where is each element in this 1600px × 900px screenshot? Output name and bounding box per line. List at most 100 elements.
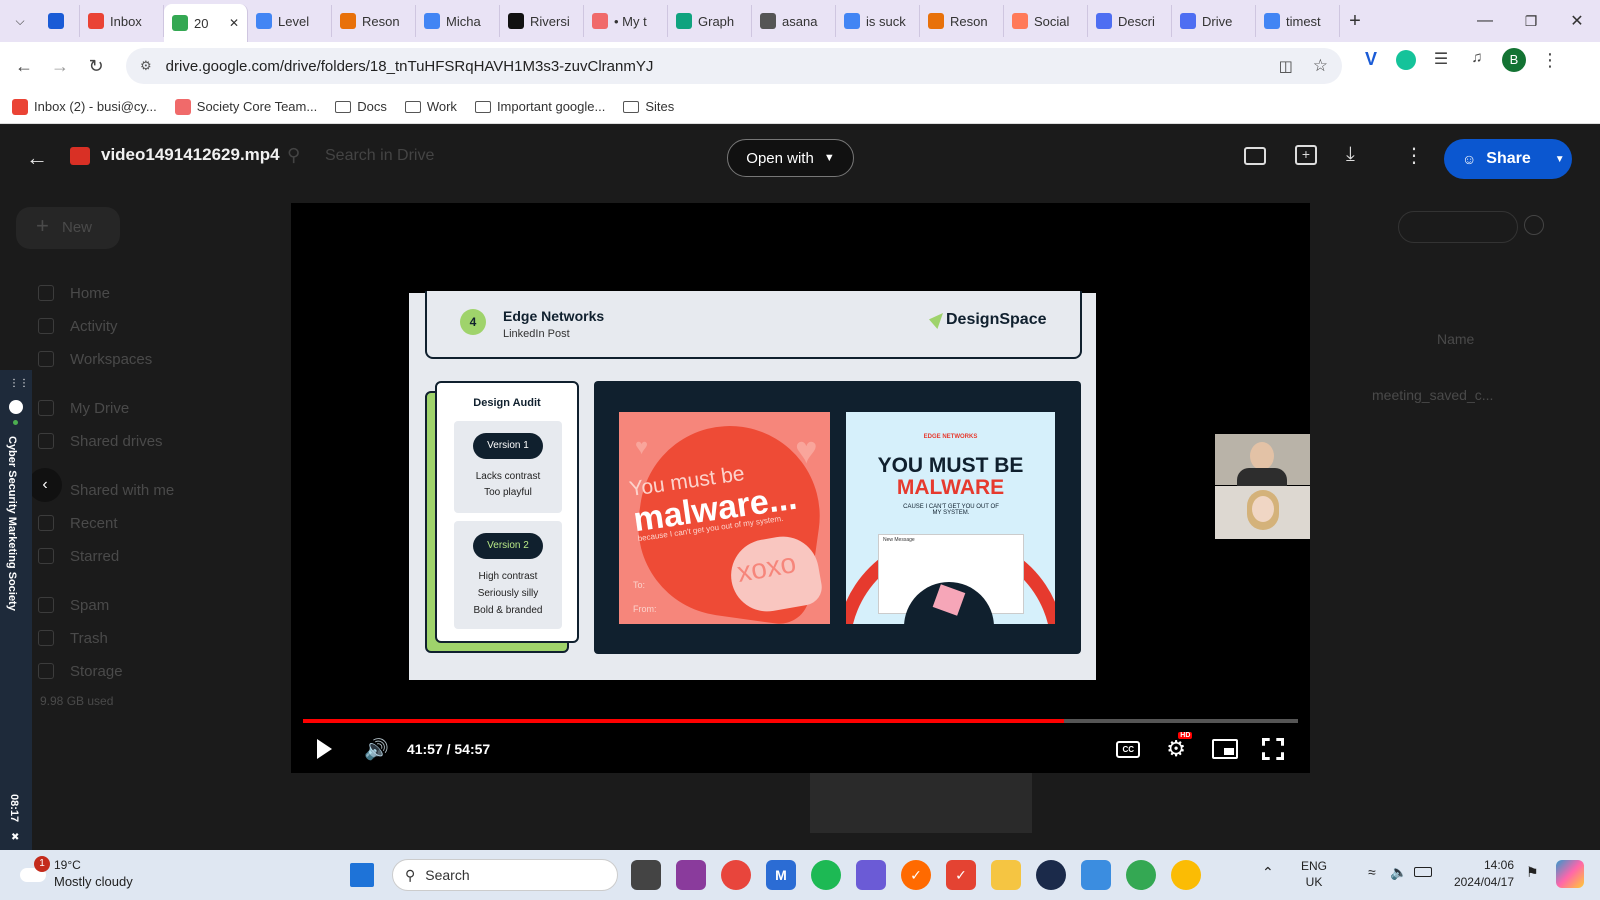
wifi-icon[interactable]: ≈ <box>1368 864 1376 880</box>
speaker-icon[interactable]: 🔈 <box>1390 864 1407 881</box>
weather-widget[interactable]: 1 19°C Mostly cloudy <box>16 856 166 894</box>
browser-tab[interactable]: Reson <box>920 5 1004 37</box>
drive-nav-item: Activity <box>70 318 118 335</box>
browser-tab[interactable]: Inbox <box>80 5 164 37</box>
close-tab-icon[interactable]: ✕ <box>229 16 239 30</box>
windows-start-icon[interactable] <box>350 863 374 887</box>
site-info-icon[interactable]: ⚙ <box>140 58 152 74</box>
volume-icon[interactable]: 🔊 <box>364 737 389 762</box>
install-app-icon[interactable]: ◫ <box>1279 57 1293 75</box>
browser-tab[interactable]: asana <box>752 5 836 37</box>
grip-icon[interactable]: ⋮⋮ <box>9 378 29 389</box>
browser-tab[interactable]: Graph <box>668 5 752 37</box>
clock-app-icon[interactable] <box>1036 860 1066 890</box>
bookmark-item[interactable]: Sites <box>623 99 674 114</box>
fullscreen-icon[interactable] <box>1262 738 1284 760</box>
share-chevron-icon[interactable]: ▼ <box>1555 154 1565 165</box>
browser-tab[interactable]: timest <box>1256 5 1340 37</box>
browser-tab[interactable]: Riversi <box>500 5 584 37</box>
notepad-icon[interactable] <box>1081 860 1111 890</box>
todoist-icon[interactable]: ✓ <box>946 860 976 890</box>
browser-tab[interactable]: 20 ✕ <box>164 4 248 42</box>
winrar-icon[interactable] <box>676 860 706 890</box>
add-shortcut-icon[interactable] <box>1244 147 1266 165</box>
tab-search-button[interactable]: ⌵ <box>0 5 40 37</box>
add-comment-icon[interactable]: + <box>1295 145 1317 165</box>
bookmark-star-icon[interactable]: ☆ <box>1313 56 1328 76</box>
back-button[interactable]: ← <box>6 48 42 84</box>
drive-nav-item: Shared drives <box>70 433 163 450</box>
bookmark-item[interactable]: Important google... <box>474 99 605 114</box>
new-tab-button[interactable]: + <box>1340 10 1370 33</box>
miniplayer-icon[interactable] <box>1212 739 1238 759</box>
task-view-icon[interactable] <box>631 860 661 890</box>
chrome-profile-icon[interactable] <box>1126 860 1156 890</box>
bookmark-item[interactable]: Inbox (2) - busi@cy... <box>12 98 157 115</box>
taskbar-search-box[interactable]: ⚲ Search <box>392 859 618 891</box>
miro-icon[interactable]: M <box>766 860 796 890</box>
viewer-back-icon[interactable]: ← <box>26 145 48 171</box>
browser-menu-icon[interactable]: ⋮ <box>1540 50 1560 71</box>
stop-recording-icon[interactable] <box>9 400 23 414</box>
extensions-icon[interactable]: ☰ <box>1430 49 1452 71</box>
small-heart-icon: ♥ <box>635 434 649 459</box>
close-strip-icon[interactable]: ✖ <box>11 832 19 843</box>
bookmark-item[interactable]: Society Core Team... <box>174 98 317 115</box>
open-with-button[interactable]: Open with ▼ <box>727 139 854 177</box>
browser-tab[interactable]: is suck <box>836 5 920 37</box>
battery-icon[interactable] <box>1414 867 1432 877</box>
settings-icon[interactable]: ⚙ HD <box>1166 732 1193 762</box>
bookmark-item[interactable]: Work <box>404 99 457 114</box>
video-player[interactable]: 4 Edge Networks LinkedIn Post DesignSpac… <box>291 203 1310 773</box>
download-icon[interactable]: ⤓ <box>1346 143 1355 166</box>
collapse-panel-button[interactable]: ‹ <box>28 468 62 502</box>
video-progress-fill <box>303 719 1065 723</box>
browser-tab[interactable]: Micha <box>416 5 500 37</box>
address-bar[interactable]: ⚙ drive.google.com/drive/folders/18_tnTu… <box>126 48 1342 84</box>
url-text: drive.google.com/drive/folders/18_tnTuHF… <box>165 57 654 75</box>
version-2-image: EDGE NETWORKS YOU MUST BE MALWARE CAUSE … <box>846 412 1055 624</box>
new-button-label: New <box>62 219 93 236</box>
file-explorer-icon[interactable] <box>991 860 1021 890</box>
img2-line1: YOU MUST BE <box>877 454 1024 477</box>
browser-tab[interactable]: Reson <box>332 5 416 37</box>
clock[interactable]: 14:06 2024/04/17 <box>1434 857 1514 891</box>
bookmark-item[interactable]: Docs <box>335 99 387 114</box>
ticktick-icon[interactable]: ✓ <box>901 860 931 890</box>
close-window-button[interactable]: ✕ <box>1554 11 1600 31</box>
notification-bell-icon[interactable]: ⚑ <box>1526 864 1539 881</box>
chrome-icon[interactable] <box>1171 860 1201 890</box>
weather-desc: Mostly cloudy <box>54 874 133 889</box>
reload-button[interactable]: ↻ <box>78 48 114 84</box>
drive-nav-icon <box>38 630 54 646</box>
forward-button[interactable]: → <box>42 48 78 84</box>
slide-step-badge: 4 <box>460 309 486 335</box>
vivaldi-extension-icon[interactable]: V <box>1360 49 1382 71</box>
video-progress-bar[interactable] <box>303 719 1298 723</box>
img1-to: To: <box>633 580 646 590</box>
spotify-icon[interactable] <box>811 860 841 890</box>
minimize-button[interactable]: — <box>1462 12 1508 30</box>
show-hidden-icons[interactable]: ⌃ <box>1262 864 1274 881</box>
more-actions-icon[interactable]: ⋮ <box>1404 143 1424 168</box>
asana-icon <box>174 98 191 115</box>
browser-tab[interactable]: Level <box>248 5 332 37</box>
language-indicator[interactable]: ENG UK <box>1294 858 1334 890</box>
chrome-icon[interactable] <box>721 860 751 890</box>
share-button[interactable]: ☺ Share ▼ <box>1444 139 1572 179</box>
profile-avatar[interactable]: B <box>1502 48 1526 72</box>
browser-tab[interactable]: • My t <box>584 5 668 37</box>
copilot-taskbar-icon[interactable] <box>1556 860 1584 888</box>
play-icon[interactable] <box>317 739 332 759</box>
browser-tab[interactable]: Drive <box>1172 5 1256 37</box>
browser-tab[interactable] <box>40 5 80 37</box>
browser-tab[interactable]: Descri <box>1088 5 1172 37</box>
captions-icon[interactable]: CC <box>1116 740 1141 758</box>
browser-tab[interactable]: Social <box>1004 5 1088 37</box>
media-control-icon[interactable]: ♫ <box>1466 49 1488 71</box>
restore-button[interactable]: ❐ <box>1508 13 1554 30</box>
info-icon <box>1524 215 1544 235</box>
drive-nav-icon <box>38 400 54 416</box>
copilot-icon[interactable] <box>856 860 886 890</box>
grammarly-extension-icon[interactable] <box>1396 50 1416 70</box>
